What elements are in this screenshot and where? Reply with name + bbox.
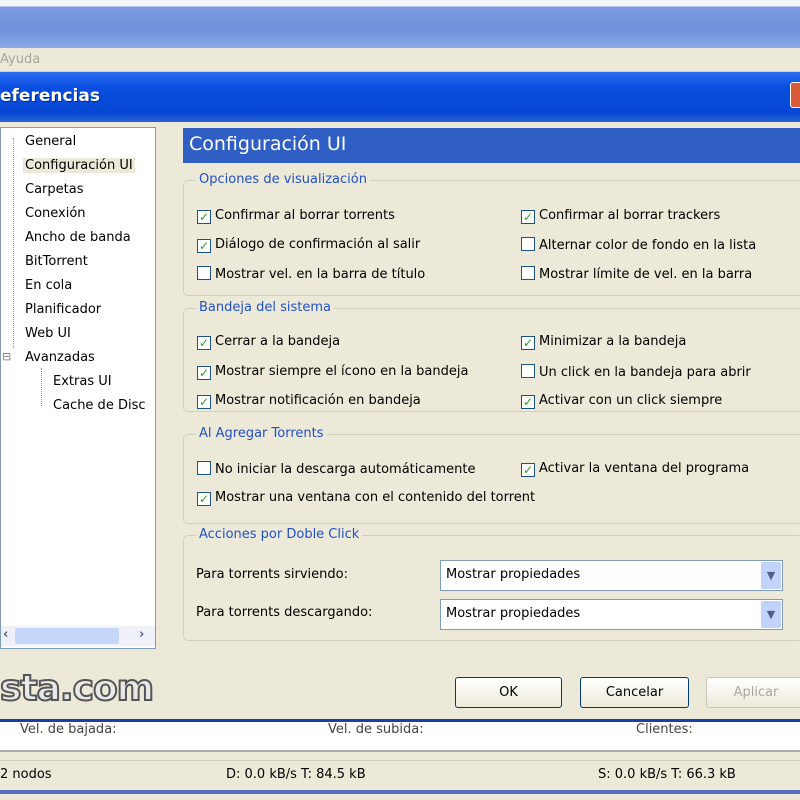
checkbox-checked-icon[interactable]: ✓ [197,395,211,409]
dialog-titlebar: eferencias [0,72,800,122]
checkbox-label: Confirmar al borrar torrents [215,208,395,223]
checkbox-option[interactable]: ✓ Activar con un click siempre [521,393,722,409]
checkbox-checked-icon[interactable]: ✓ [197,239,211,253]
tree-item[interactable]: Conexión [23,206,88,221]
checkbox-option[interactable]: ✓ Confirmar al borrar trackers [521,208,720,224]
checkbox-label: Cerrar a la bandeja [215,334,341,349]
panel-title: Configuración UI [183,128,800,163]
main-window-titlebar [0,0,800,48]
seeding-value: Mostrar propiedades [446,567,581,582]
scroll-thumb[interactable] [15,628,119,644]
checkbox-option[interactable]: Un click en la bandeja para abrir [521,364,751,380]
download-speed-label: Vel. de bajada: [20,722,117,737]
info-panel: Vel. de bajada: Vel. de subida: Clientes… [0,722,800,752]
checkbox-label: Confirmar al borrar trackers [539,208,721,223]
watermark: sta.com [0,667,155,710]
checkbox-option[interactable]: No iniciar la descarga automáticamente [197,461,476,477]
status-download: D: 0.0 kB/s T: 84.5 kB [226,767,366,782]
checkbox-label: Mostrar límite de vel. en la barra [539,267,753,282]
tree-child-item[interactable]: Extras UI [53,374,112,389]
checkbox-option[interactable]: Mostrar límite de vel. en la barra [521,266,752,282]
checkbox-option[interactable]: ✓ Cerrar a la bandeja [197,334,340,350]
checkbox-unchecked-icon[interactable] [521,237,535,251]
checkbox-option[interactable]: ✓ Diálogo de confirmación al salir [197,237,420,253]
checkbox-checked-icon[interactable]: ✓ [197,336,211,350]
checkbox-checked-icon[interactable]: ✓ [521,395,535,409]
tree-line [41,368,42,406]
menu-help[interactable]: Ayuda [0,52,40,67]
preferences-tree: General Configuración UI Carpetas Conexión A… [0,127,156,649]
menu-bar: Ayuda [0,48,800,72]
checkbox-option[interactable]: Alternar color de fondo en la lista [521,237,756,253]
tree-item[interactable]: Web UI [23,326,73,341]
checkbox-checked-icon[interactable]: ✓ [521,463,535,477]
downloading-select[interactable]: Mostrar propiedades ▼ [440,599,783,630]
checkbox-option[interactable]: ✓ Activar la ventana del programa [521,461,749,477]
tree-item[interactable]: Avanzadas [23,350,97,365]
checkbox-checked-icon[interactable]: ✓ [197,492,211,506]
ok-button[interactable]: OK [455,677,562,708]
checkbox-unchecked-icon[interactable] [197,461,211,475]
tree-item[interactable]: Ancho de banda [23,230,133,245]
checkbox-option[interactable]: ✓ Mostrar notificación en bandeja [197,393,421,409]
checkbox-label: Mostrar notificación en bandeja [215,393,421,408]
clients-label: Clientes: [636,722,693,737]
checkbox-option[interactable]: ✓ Mostrar una ventana con el contenido de… [197,490,535,506]
checkbox-checked-icon[interactable]: ✓ [521,336,535,350]
tree-item[interactable]: En cola [23,278,74,293]
chevron-down-icon[interactable]: ▼ [761,601,781,628]
group-legend: Opciones de visualización [196,172,370,187]
tree-line [13,138,14,348]
group-legend: Acciones por Doble Click [196,527,363,542]
checkbox-label: Alternar color de fondo en la lista [539,238,757,253]
group-legend: Bandeja del sistema [196,300,334,315]
checkbox-label: Minimizar a la bandeja [539,334,687,349]
group-legend: Al Agregar Torrents [196,426,327,441]
collapse-icon[interactable]: ⊟ [2,350,11,363]
checkbox-checked-icon[interactable]: ✓ [197,366,211,380]
checkbox-label: Mostrar vel. en la barra de título [215,267,426,282]
tree-item[interactable]: Configuración UI [23,158,135,173]
checkbox-label: Activar la ventana del programa [539,461,750,476]
checkbox-checked-icon[interactable]: ✓ [521,210,535,224]
upload-speed-label: Vel. de subida: [328,722,424,737]
close-button[interactable] [790,82,800,108]
checkbox-option[interactable]: Mostrar vel. en la barra de título [197,266,425,282]
tree-item[interactable]: Carpetas [23,182,85,197]
status-nodes: 2 nodos [0,767,52,782]
checkbox-unchecked-icon[interactable] [521,364,535,378]
checkbox-label: Diálogo de confirmación al salir [215,237,421,252]
apply-button[interactable]: Aplicar [706,677,800,708]
tree-child-item[interactable]: Cache de Disc [53,398,146,413]
checkbox-label: No iniciar la descarga automáticamente [215,462,476,477]
chevron-down-icon[interactable]: ▼ [761,562,781,589]
group-add: Al Agregar Torrents [183,426,800,524]
checkbox-option[interactable]: ✓ Mostrar siempre el ícono en la bandeja [197,364,468,380]
tree-item[interactable]: Planificador [23,302,103,317]
status-bar: 2 nodos D: 0.0 kB/s T: 84.5 kB S: 0.0 kB… [0,760,800,790]
downloading-label: Para torrents descargando: [196,605,373,620]
scroll-right-icon[interactable]: › [139,627,144,642]
tree-item[interactable]: General [23,134,78,149]
scroll-left-icon[interactable]: ‹ [3,627,8,642]
checkbox-label: Mostrar siempre el ícono en la bandeja [215,364,469,379]
checkbox-label: Activar con un click siempre [539,393,723,408]
checkbox-option[interactable]: ✓ Confirmar al borrar torrents [197,208,395,224]
cancel-button[interactable]: Cancelar [580,677,689,708]
checkbox-label: Un click en la bandeja para abrir [539,365,751,380]
downloading-value: Mostrar propiedades [446,606,581,621]
checkbox-option[interactable]: ✓ Minimizar a la bandeja [521,334,686,350]
checkbox-label: Mostrar una ventana con el contenido del… [215,490,536,505]
seeding-label: Para torrents sirviendo: [196,567,348,582]
horizontal-scrollbar[interactable]: ‹ › [1,626,155,646]
seeding-select[interactable]: Mostrar propiedades ▼ [440,560,783,591]
divider [0,790,800,794]
checkbox-unchecked-icon[interactable] [197,266,211,280]
checkbox-unchecked-icon[interactable] [521,266,535,280]
status-upload: S: 0.0 kB/s T: 66.3 kB [598,767,736,782]
checkbox-checked-icon[interactable]: ✓ [197,210,211,224]
dialog-title: eferencias [0,86,100,106]
tree-item[interactable]: BitTorrent [23,254,90,269]
